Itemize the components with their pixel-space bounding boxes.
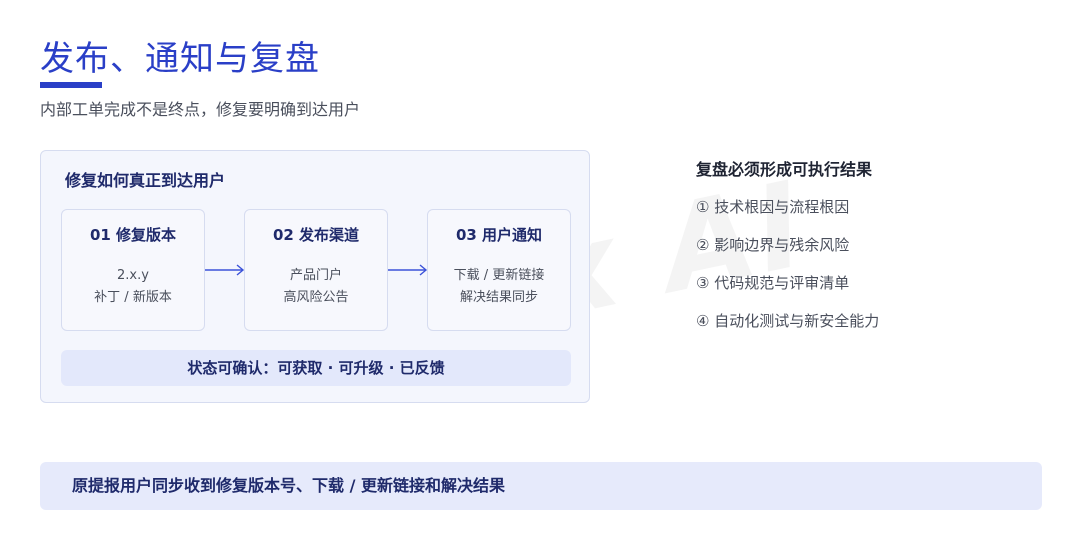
slide: DB x AI 发布、通知与复盘 内部工单完成不是终点，修复要明确到达用户 修复…	[0, 0, 1080, 554]
review-item: ③ 代码规范与评审清单	[696, 274, 850, 292]
arrow-right-icon	[388, 264, 428, 276]
status-bar: 状态可确认：可获取 · 可升级 · 已反馈	[61, 350, 571, 386]
fix-delivery-card: 修复如何真正到达用户 01 修复版本 2.x.y 补丁 / 新版本 02 发布渠…	[40, 150, 590, 403]
arrow-right-icon	[205, 264, 245, 276]
page-title: 发布、通知与复盘	[40, 39, 320, 79]
page-subtitle: 内部工单完成不是终点，修复要明确到达用户	[40, 100, 361, 119]
step-fix-version: 01 修复版本 2.x.y 补丁 / 新版本	[61, 209, 205, 331]
step-title: 03 用户通知	[455, 226, 543, 244]
step-line: 产品门户	[289, 268, 342, 283]
card-title: 修复如何真正到达用户	[65, 171, 226, 190]
step-line: 高风险公告	[283, 290, 349, 305]
step-line: 2.x.y	[117, 268, 149, 283]
step-release-channel: 02 发布渠道 产品门户 高风险公告	[244, 209, 388, 331]
title-underline	[40, 82, 102, 88]
step-user-notice: 03 用户通知 下载 / 更新链接 解决结果同步	[427, 209, 571, 331]
step-line: 解决结果同步	[459, 290, 538, 305]
review-item: ② 影响边界与残余风险	[696, 236, 850, 254]
step-title: 01 修复版本	[89, 226, 177, 244]
review-item: ④ 自动化测试与新安全能力	[696, 312, 880, 330]
review-title: 复盘必须形成可执行结果	[696, 160, 873, 179]
review-item: ① 技术根因与流程根因	[696, 198, 850, 216]
step-line: 下载 / 更新链接	[453, 268, 545, 283]
step-title: 02 发布渠道	[272, 226, 360, 244]
step-line: 补丁 / 新版本	[94, 290, 172, 305]
summary-banner: 原提报用户同步收到修复版本号、下载 / 更新链接和解决结果	[40, 462, 1042, 510]
